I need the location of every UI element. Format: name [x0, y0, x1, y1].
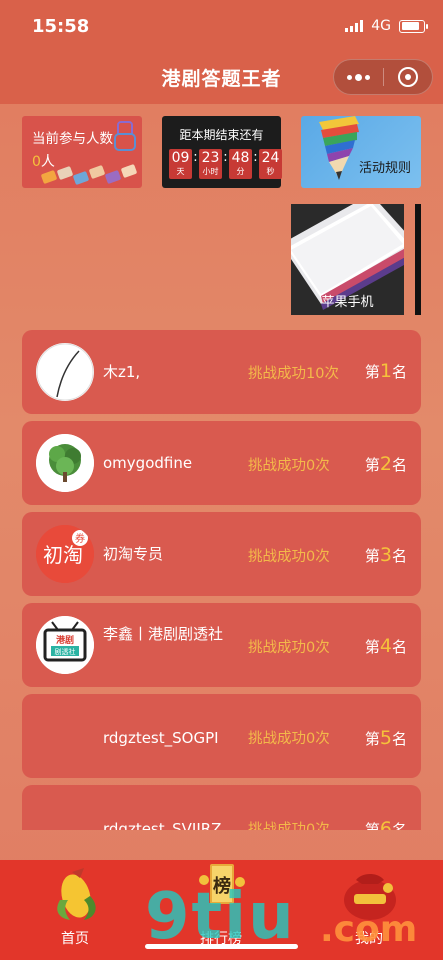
ranking-position: 第4名 — [365, 635, 407, 657]
countdown-title: 距本期结束还有 — [179, 128, 264, 142]
participants-number: 0 — [32, 154, 41, 170]
rank-suffix: 名 — [391, 730, 407, 748]
mini-program-capsule — [333, 59, 433, 95]
participants-card[interactable]: 当前参与人数 0人 — [22, 116, 142, 188]
avatar-text: 初淘 — [43, 543, 83, 567]
rank-prefix: 第 — [364, 821, 380, 830]
tab-home-label: 首页 — [61, 931, 89, 947]
ranking-row[interactable]: rdgztest_SOGPI 挑战成功0次 第5名 — [22, 694, 421, 778]
ranking-status: 挑战成功0次 — [248, 640, 330, 656]
ranking-position: 第6名 — [365, 818, 407, 830]
ranking-position: 第2名 — [365, 453, 407, 475]
ranking-row[interactable]: rdgztest_SVJIRZ 挑战成功0次 第6名 — [22, 785, 421, 830]
prize-label: 苹果手机 — [321, 295, 374, 310]
countdown-days-value: 09 — [171, 150, 190, 166]
tv-avatar: 港剧 剧透社 — [36, 616, 94, 674]
sketch-avatar — [36, 343, 94, 401]
rank-number: 2 — [379, 453, 392, 475]
ranking-name: rdgztest_SVJIRZ — [103, 820, 222, 830]
tree-avatar — [36, 434, 94, 492]
avatar-text-line-1: 港剧 — [56, 634, 74, 646]
ranking-position: 第5名 — [365, 727, 407, 749]
colored-pencil-icon — [319, 116, 359, 180]
countdown-minutes-value: 48 — [231, 150, 250, 166]
rank-suffix: 名 — [391, 456, 407, 474]
status-indicators: 4G — [345, 18, 428, 34]
status-bar: 15:58 4G — [0, 0, 443, 54]
ranking-status: 挑战成功0次 — [248, 549, 330, 565]
chutao-avatar: 券 初淘 — [36, 525, 94, 583]
tab-home[interactable]: 首页 — [20, 860, 130, 960]
rank-suffix: 名 — [391, 547, 407, 565]
prize-card[interactable]: 苹果手机 — [291, 204, 404, 315]
ranking-name: omygodfine — [103, 454, 193, 472]
countdown-minutes: 48 分 — [229, 149, 252, 179]
rank-prefix: 第 — [364, 638, 380, 656]
countdown-separator: : — [253, 150, 258, 165]
ranking-position: 第1名 — [365, 360, 407, 382]
ranking-status: 挑战成功0次 — [248, 458, 330, 474]
rank-suffix: 名 — [391, 363, 407, 381]
countdown-seconds-unit: 秒 — [266, 167, 275, 176]
countdown-card: 距本期结束还有 09 天 : 23 小时 : 48 分 : 24 秒 — [162, 116, 282, 188]
ranking-status: 挑战成功10次 — [248, 366, 339, 382]
next-prize-card[interactable] — [415, 204, 421, 315]
countdown-separator: : — [223, 150, 228, 165]
rank-number: 1 — [379, 360, 392, 382]
rank-prefix: 第 — [364, 363, 380, 381]
rank-number: 3 — [379, 544, 392, 566]
rank-prefix: 第 — [364, 547, 380, 565]
home-indicator[interactable] — [145, 944, 298, 949]
ranking-status: 挑战成功0次 — [248, 731, 330, 747]
countdown-timer: 09 天 : 23 小时 : 48 分 : 24 秒 — [169, 149, 282, 179]
countdown-seconds: 24 秒 — [259, 149, 282, 179]
rank-prefix: 第 — [364, 730, 380, 748]
ranking-row[interactable]: 木z1, 挑战成功10次 第1名 — [22, 330, 421, 414]
corn-icon — [57, 868, 96, 920]
ranking-status: 挑战成功0次 — [248, 822, 330, 830]
countdown-days: 09 天 — [169, 149, 192, 179]
status-time: 15:58 — [32, 16, 90, 37]
battery-level — [401, 22, 420, 30]
countdown-hours-value: 23 — [201, 150, 220, 166]
rank-suffix: 名 — [391, 638, 407, 656]
rank-number: 6 — [379, 818, 392, 830]
blank-avatar — [36, 707, 94, 765]
rules-label: 活动规则 — [358, 161, 411, 176]
rank-prefix: 第 — [364, 456, 380, 474]
rank-number: 4 — [379, 635, 392, 657]
ranking-row[interactable]: omygodfine 挑战成功0次 第2名 — [22, 421, 421, 505]
raised-hand-icon — [114, 121, 136, 151]
site-watermark: 9tiu — [145, 880, 296, 954]
ranking-row[interactable]: 港剧 剧透社 李鑫丨港剧剧透社 挑战成功0次 第4名 — [22, 603, 421, 687]
network-type: 4G — [371, 18, 391, 34]
rank-suffix: 名 — [391, 821, 407, 830]
avatar-text-line-2: 剧透社 — [55, 647, 76, 656]
ranking-position: 第3名 — [365, 544, 407, 566]
more-menu-icon[interactable] — [334, 60, 383, 94]
countdown-hours: 23 小时 — [199, 149, 222, 179]
ranking-row[interactable]: 券 初淘 初淘专员 挑战成功0次 第3名 — [22, 512, 421, 596]
ranking-name: 初淘专员 — [103, 545, 164, 563]
ranking-name: rdgztest_SOGPI — [103, 729, 219, 747]
ranking-list: 木z1, 挑战成功10次 第1名 omygodfine 挑战成功0次 第2名 券… — [22, 330, 421, 830]
countdown-separator: : — [193, 150, 198, 165]
rules-card[interactable]: 活动规则 — [301, 116, 421, 188]
signal-icon — [345, 20, 364, 32]
ranking-name: 李鑫丨港剧剧透社 — [103, 625, 224, 643]
ranking-name: 木z1, — [103, 363, 141, 381]
raised-hands-illustration — [40, 163, 142, 186]
rank-number: 5 — [379, 727, 392, 749]
countdown-days-unit: 天 — [176, 167, 185, 176]
nav-bar: 港剧答题王者 — [0, 54, 443, 104]
participants-label: 当前参与人数 — [32, 131, 113, 147]
site-watermark-suffix: .com — [320, 909, 418, 950]
close-mini-program-icon[interactable] — [384, 60, 433, 94]
battery-icon — [399, 19, 428, 33]
countdown-hours-unit: 小时 — [202, 167, 219, 176]
countdown-seconds-value: 24 — [261, 150, 280, 166]
countdown-minutes-unit: 分 — [236, 167, 245, 176]
blank-avatar — [36, 798, 94, 830]
